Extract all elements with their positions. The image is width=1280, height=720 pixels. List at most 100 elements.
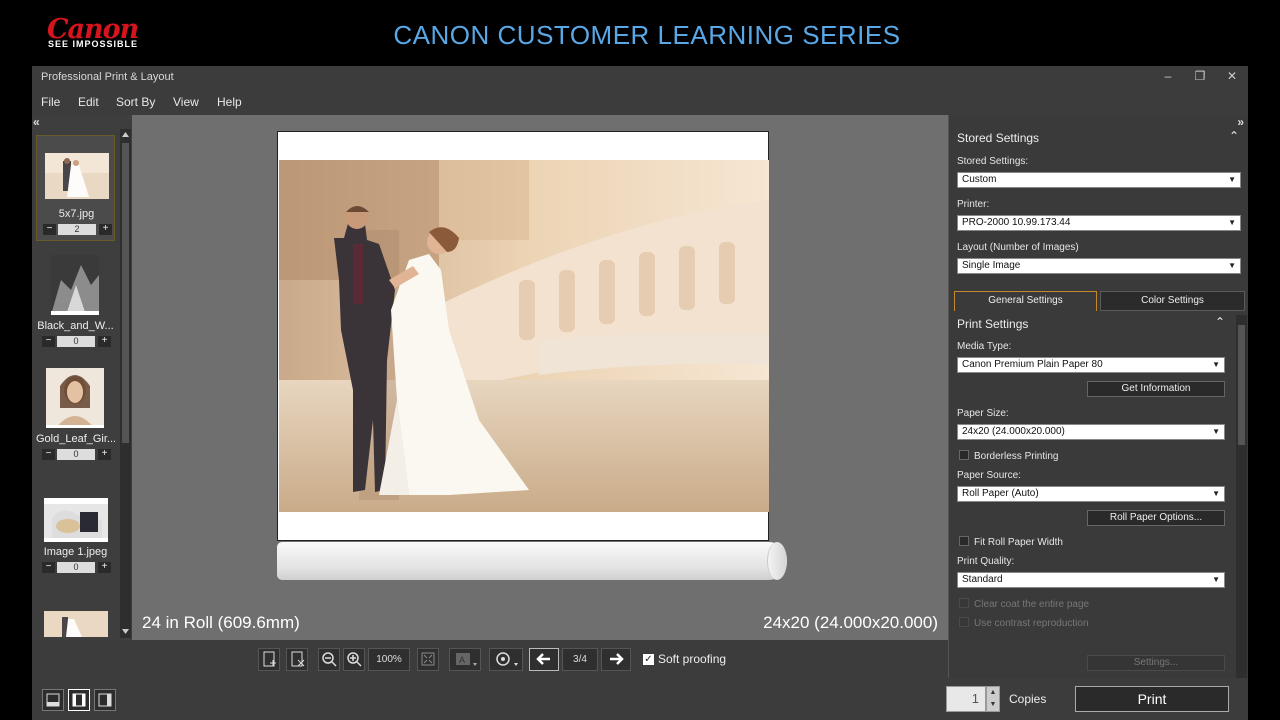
count-value[interactable]: 0 [57,336,95,347]
print-settings-header[interactable]: Print Settings ⌃ [949,313,1247,335]
menu-view[interactable]: View [173,95,199,109]
layout-label: Layout (Number of Images) [957,242,1079,253]
text-tool-icon[interactable]: A [449,648,481,671]
view-both-panels-icon[interactable] [68,689,90,711]
roll-end [767,542,787,580]
fit-to-window-icon[interactable] [417,648,439,671]
increment-button[interactable]: + [98,336,111,347]
thumbnail-image [51,255,99,315]
layout-select[interactable]: Single Image ▼ [957,258,1241,274]
stored-settings-select[interactable]: Custom ▼ [957,172,1241,188]
paper-preview[interactable] [277,131,769,541]
thumbnail-item[interactable]: 5x7.jpg − 2 + [36,135,115,241]
roll-size-label: 24 in Roll (609.6mm) [142,613,300,632]
decrement-button[interactable]: − [42,562,55,573]
increment-button[interactable]: + [98,562,111,573]
maximize-button[interactable]: ❐ [1191,69,1209,85]
count-stepper[interactable]: − 0 + [41,449,111,460]
thumbnail-scrollbar[interactable] [120,129,131,638]
count-value[interactable]: 0 [57,449,95,460]
contrast-checkbox[interactable] [959,617,969,627]
view-right-panel-icon[interactable] [94,689,116,711]
collapse-icon[interactable]: ⌃ [1229,129,1239,143]
decrement-button[interactable]: − [42,449,55,460]
dropdown-arrow-icon: ▼ [1228,261,1236,270]
roll-paper-options-button[interactable]: Roll Paper Options... [1087,510,1225,526]
paper-size-label: Paper Size: [957,408,1009,419]
previous-page-button[interactable] [529,648,559,671]
thumbnail-image [44,611,108,637]
decrement-button[interactable]: − [43,224,56,235]
borderless-label: Borderless Printing [974,451,1059,462]
zoom-out-icon[interactable] [318,648,340,671]
thumbnail-item[interactable]: Gold_Leaf_Gir... − 0 + [36,361,115,467]
thumbnail-image [45,153,109,199]
delete-page-icon[interactable] [286,648,308,671]
banner-title: CANON CUSTOMER LEARNING SERIES [393,20,901,50]
menu-edit[interactable]: Edit [78,95,99,109]
printer-select[interactable]: PRO-2000 10.99.173.44 ▼ [957,215,1241,231]
count-stepper[interactable]: − 2 + [42,224,112,235]
increment-button[interactable]: + [98,449,111,460]
stored-settings-title: Stored Settings [957,131,1040,145]
thumbnail-item[interactable]: Black_and_W... − 0 + [36,248,115,354]
thumbnail-name: Gold_Leaf_Gir... [36,433,115,445]
decrement-button[interactable]: − [42,336,55,347]
menu-bar: File Edit Sort By View Help [32,89,1248,115]
bottom-bar: 1 ▲ ▼ Copies Print [32,678,1248,720]
collapse-left-icon[interactable]: « [33,115,40,129]
add-page-icon[interactable] [258,648,280,671]
video-banner: Canon SEE IMPOSSIBLE CANON CUSTOMER LEAR… [0,0,1280,66]
minimize-button[interactable]: – [1159,69,1177,85]
menu-help[interactable]: Help [217,95,242,109]
increment-button[interactable]: + [99,224,112,235]
tab-color-settings[interactable]: Color Settings [1100,291,1245,311]
svg-text:A: A [459,655,465,665]
media-type-label: Media Type: [957,341,1012,352]
tab-general-settings[interactable]: General Settings [954,291,1097,311]
get-information-button[interactable]: Get Information [1087,381,1225,397]
media-type-select[interactable]: Canon Premium Plain Paper 80 ▼ [957,357,1225,373]
spin-down-icon[interactable]: ▼ [987,699,999,711]
next-page-button[interactable] [601,648,631,671]
paper-source-select[interactable]: Roll Paper (Auto) ▼ [957,486,1225,502]
collapse-icon[interactable]: ⌃ [1215,315,1225,329]
copies-spinner[interactable]: ▲ ▼ [986,686,1000,712]
count-value[interactable]: 2 [58,224,96,235]
page-indicator: 3/4 [562,648,598,671]
dropdown-arrow-icon: ▼ [1212,360,1220,369]
scrollbar-thumb[interactable] [1238,325,1245,445]
paper-size-value: 24x20 (24.000x20.000) [962,426,1065,437]
count-stepper[interactable]: − 0 + [41,562,111,573]
dropdown-arrow-icon: ▼ [1212,575,1220,584]
zoom-in-icon[interactable] [343,648,365,671]
media-type-value: Canon Premium Plain Paper 80 [962,359,1103,370]
print-button[interactable]: Print [1075,686,1229,712]
clear-coat-checkbox[interactable] [959,598,969,608]
thumbnail-item[interactable] [36,587,115,637]
print-quality-select[interactable]: Standard ▼ [957,572,1225,588]
stored-settings-header[interactable]: Stored Settings ⌃ [949,127,1247,149]
soft-proofing-checkbox[interactable]: ✓ [643,654,654,665]
rotate-tool-icon[interactable] [489,648,523,671]
soft-proofing-label: Soft proofing [658,652,727,666]
photo-preview [279,160,769,512]
count-stepper[interactable]: − 0 + [41,336,111,347]
close-button[interactable]: ✕ [1223,69,1241,85]
zoom-level-select[interactable]: 100% [368,648,410,671]
settings-scrollbar[interactable] [1236,315,1247,678]
copies-input[interactable]: 1 [946,686,986,712]
settings-button[interactable]: Settings... [1087,655,1225,671]
thumbnail-item[interactable]: Image 1.jpeg − 0 + [36,474,115,580]
thumbnail-image [44,498,108,544]
window-title: Professional Print & Layout [41,71,174,83]
view-left-panel-icon[interactable] [42,689,64,711]
print-quality-value: Standard [962,574,1003,585]
paper-size-select[interactable]: 24x20 (24.000x20.000) ▼ [957,424,1225,440]
borderless-checkbox[interactable] [959,450,969,460]
count-value[interactable]: 0 [57,562,95,573]
spin-up-icon[interactable]: ▲ [987,687,999,699]
fit-roll-checkbox[interactable] [959,536,969,546]
menu-sort-by[interactable]: Sort By [116,95,155,109]
menu-file[interactable]: File [41,95,60,109]
